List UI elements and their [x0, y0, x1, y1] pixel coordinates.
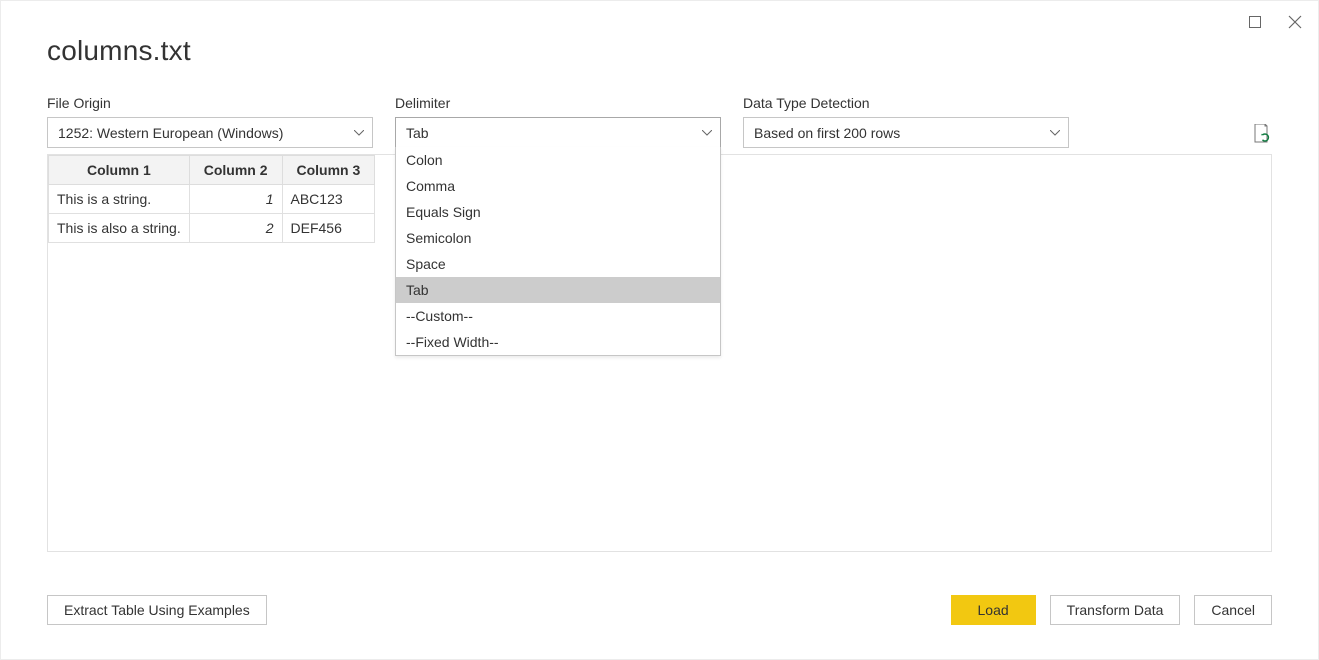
delimiter-dropdown[interactable]: Tab Colon Comma Equals Sign Semicolon Sp… — [395, 117, 721, 148]
delimiter-option-space[interactable]: Space — [396, 251, 720, 277]
data-type-detection-value: Based on first 200 rows — [754, 125, 900, 141]
delimiter-option-fixed-width[interactable]: --Fixed Width-- — [396, 329, 720, 355]
dialog-title: columns.txt — [47, 35, 1272, 67]
table-cell: DEF456 — [282, 214, 375, 243]
file-origin-dropdown[interactable]: 1252: Western European (Windows) — [47, 117, 373, 148]
close-icon[interactable] — [1288, 15, 1302, 29]
table-row: This is a string. 1 ABC123 — [49, 185, 375, 214]
file-origin-label: File Origin — [47, 95, 373, 111]
delimiter-option-custom[interactable]: --Custom-- — [396, 303, 720, 329]
delimiter-option-tab[interactable]: Tab — [396, 277, 720, 303]
table-header-row: Column 1 Column 2 Column 3 — [49, 156, 375, 185]
delimiter-option-comma[interactable]: Comma — [396, 173, 720, 199]
data-type-detection-label: Data Type Detection — [743, 95, 1069, 111]
extract-table-button[interactable]: Extract Table Using Examples — [47, 595, 267, 625]
refresh-icon[interactable] — [1252, 124, 1270, 144]
column-header[interactable]: Column 2 — [189, 156, 282, 185]
transform-data-button[interactable]: Transform Data — [1050, 595, 1181, 625]
column-header[interactable]: Column 1 — [49, 156, 190, 185]
delimiter-option-semicolon[interactable]: Semicolon — [396, 225, 720, 251]
chevron-down-icon — [702, 130, 712, 136]
preview-table: Column 1 Column 2 Column 3 This is a str… — [48, 155, 375, 243]
column-header[interactable]: Column 3 — [282, 156, 375, 185]
delimiter-label: Delimiter — [395, 95, 721, 111]
chevron-down-icon — [354, 130, 364, 136]
file-origin-value: 1252: Western European (Windows) — [58, 125, 283, 141]
table-row: This is also a string. 2 DEF456 — [49, 214, 375, 243]
table-cell: 2 — [189, 214, 282, 243]
table-cell: This is also a string. — [49, 214, 190, 243]
chevron-down-icon — [1050, 130, 1060, 136]
delimiter-option-colon[interactable]: Colon — [396, 147, 720, 173]
data-type-detection-dropdown[interactable]: Based on first 200 rows — [743, 117, 1069, 148]
table-cell: This is a string. — [49, 185, 190, 214]
delimiter-option-equals[interactable]: Equals Sign — [396, 199, 720, 225]
table-cell: ABC123 — [282, 185, 375, 214]
cancel-button[interactable]: Cancel — [1194, 595, 1272, 625]
load-button[interactable]: Load — [951, 595, 1036, 625]
table-cell: 1 — [189, 185, 282, 214]
delimiter-value: Tab — [406, 125, 429, 141]
maximize-icon[interactable] — [1248, 15, 1262, 29]
delimiter-dropdown-list: Colon Comma Equals Sign Semicolon Space … — [395, 147, 721, 356]
